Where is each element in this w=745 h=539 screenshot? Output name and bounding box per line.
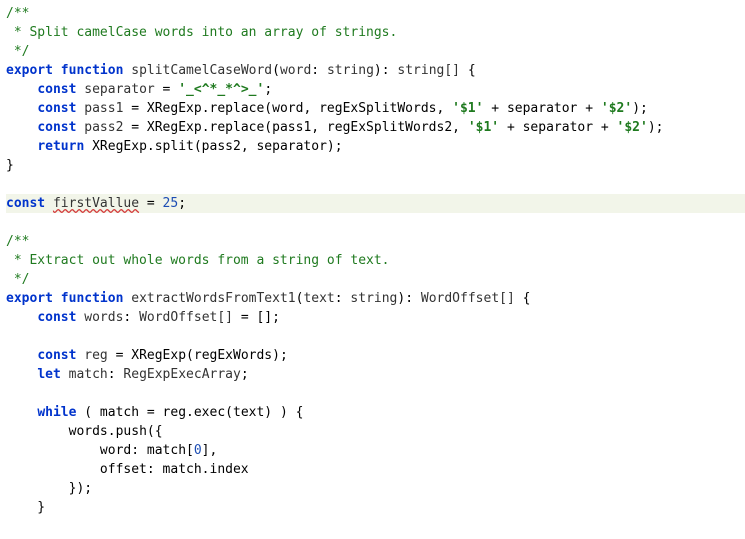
code-line (6, 519, 14, 534)
string-literal: '$2' (617, 120, 648, 135)
identifier: pass2 (84, 120, 123, 135)
code-line: let match: RegExpExecArray; (6, 367, 249, 382)
keyword-while: while (37, 405, 76, 420)
type: WordOffset[] (139, 310, 233, 325)
type: string (327, 63, 374, 78)
identifier: pass1 (84, 101, 123, 116)
return-type: WordOffset[] (421, 291, 515, 306)
param: word (280, 63, 311, 78)
code-line: const words: WordOffset[] = []; (6, 310, 280, 325)
code-editor[interactable]: /** * Split camelCase words into an arra… (0, 0, 745, 539)
keyword-return: return (37, 139, 84, 154)
function-name: splitCamelCaseWord (131, 63, 272, 78)
expression: words.push({ (69, 424, 163, 439)
param: text (303, 291, 334, 306)
expression: word: match[ (100, 443, 194, 458)
expression: }); (69, 481, 92, 496)
comment: /** (6, 6, 29, 21)
keyword-let: let (37, 367, 60, 382)
number-literal: 25 (163, 196, 179, 211)
expression: + separator + (483, 101, 600, 116)
comment: /** (6, 234, 29, 249)
number-literal: 0 (194, 443, 202, 458)
keyword-export: export (6, 291, 53, 306)
code-line (6, 329, 14, 344)
code-line: * Extract out whole words from a string … (6, 253, 390, 268)
code-line (6, 386, 14, 401)
code-line: const pass2 = XRegExp.replace(pass1, reg… (6, 120, 664, 135)
keyword-const: const (37, 101, 76, 116)
expression: + separator + (499, 120, 616, 135)
keyword-function: function (61, 291, 124, 306)
code-line: export function extractWordsFromText1(te… (6, 291, 530, 306)
code-line: const separator = '_<^*_*^>_'; (6, 82, 272, 97)
expression: ); (632, 101, 648, 116)
identifier: match (69, 367, 108, 382)
function-name: extractWordsFromText1 (131, 291, 295, 306)
keyword-export: export (6, 63, 53, 78)
current-line: const firstVallue = 25; (6, 194, 745, 213)
code-line (6, 215, 14, 230)
keyword-const: const (37, 348, 76, 363)
code-line: word: match[0], (6, 443, 217, 458)
code-line: return XRegExp.split(pass2, separator); (6, 139, 343, 154)
string-literal: '$2' (601, 101, 632, 116)
code-line (6, 177, 14, 192)
keyword-const: const (6, 196, 45, 211)
expression: XRegExp.replace(pass1, regExSplitWords2, (147, 120, 468, 135)
keyword-const: const (37, 120, 76, 135)
code-line: */ (6, 272, 29, 287)
identifier: reg (84, 348, 107, 363)
keyword-function: function (61, 63, 124, 78)
expression: = (139, 196, 162, 211)
string-literal: '$1' (468, 120, 499, 135)
code-line: words.push({ (6, 424, 163, 439)
comment: * Extract out whole words from a string … (6, 253, 390, 268)
code-line: /** (6, 234, 29, 249)
code-line: while ( match = reg.exec(text) ) { (6, 405, 303, 420)
code-line: * Split camelCase words into an array of… (6, 25, 397, 40)
expression: [] (256, 310, 272, 325)
code-line: const pass1 = XRegExp.replace(word, regE… (6, 101, 648, 116)
comment: */ (6, 272, 29, 287)
expression: ], (202, 443, 218, 458)
expression: XRegExp(regExWords); (131, 348, 288, 363)
code-line: */ (6, 44, 29, 59)
identifier: separator (84, 82, 154, 97)
string-literal: '$1' (452, 101, 483, 116)
string-literal: '_<^*_*^>_' (178, 82, 264, 97)
code-line: offset: match.index (6, 462, 249, 477)
code-line: } (6, 500, 45, 515)
expression: ); (648, 120, 664, 135)
expression: XRegExp.replace(word, regExSplitWords, (147, 101, 452, 116)
keyword-const: const (37, 82, 76, 97)
code-line: export function splitCamelCaseWord(word:… (6, 63, 476, 78)
code-line: }); (6, 481, 92, 496)
expression: XRegExp.split(pass2, separator); (92, 139, 342, 154)
code-line: const reg = XRegExp(regExWords); (6, 348, 288, 363)
comment: */ (6, 44, 29, 59)
identifier-misspelled: firstVallue (53, 196, 139, 211)
comment: * Split camelCase words into an array of… (6, 25, 397, 40)
expression: ( match = reg.exec(text) ) (84, 405, 288, 420)
keyword-const: const (37, 310, 76, 325)
return-type: string[] (397, 63, 460, 78)
code-line: /** (6, 6, 29, 21)
type: string (350, 291, 397, 306)
code-line: } (6, 158, 14, 173)
identifier: words (84, 310, 123, 325)
expression: offset: match.index (100, 462, 249, 477)
type: RegExpExecArray (123, 367, 240, 382)
